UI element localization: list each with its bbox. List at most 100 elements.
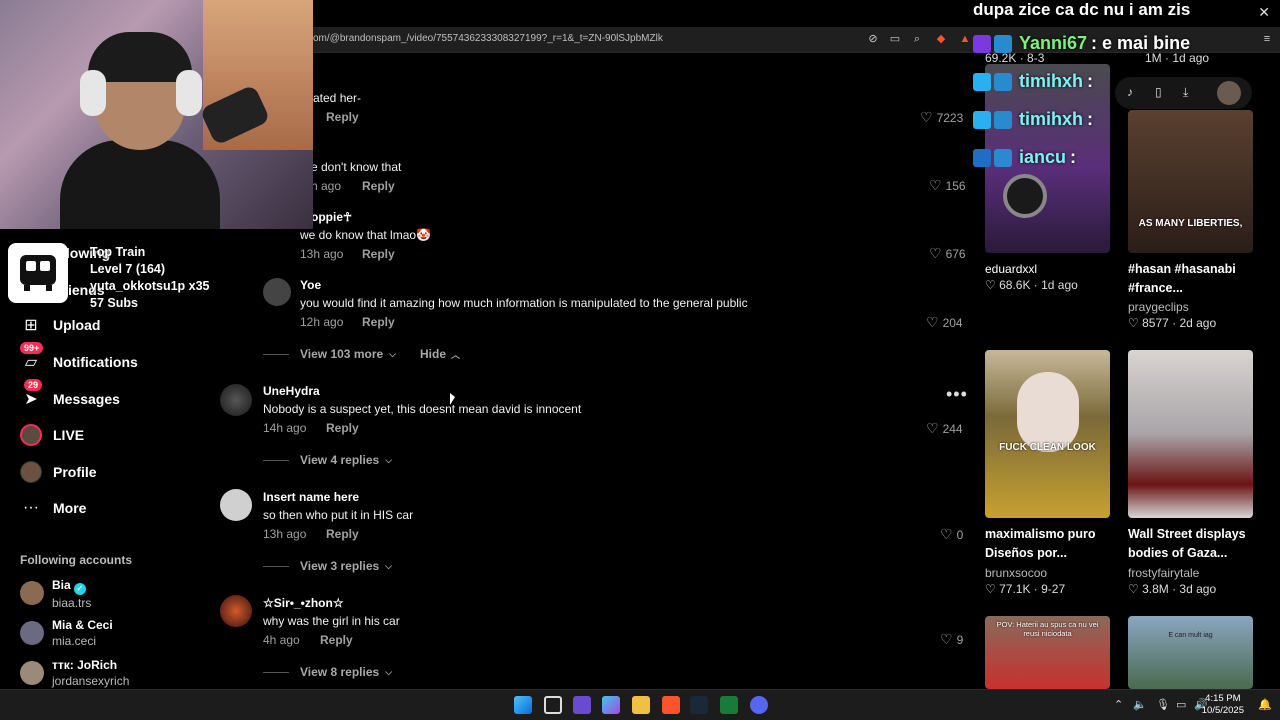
- sub-badge-icon: [973, 34, 991, 53]
- tiktok-icon[interactable]: ♪: [1127, 85, 1133, 99]
- view-replies[interactable]: View 8 replies ⌵: [263, 665, 392, 679]
- account-name: ттк: JoRich: [52, 658, 118, 672]
- sidebar-item-messages[interactable]: ➤ 29 Messages: [20, 379, 120, 412]
- chat-username: timihxh: [1019, 109, 1084, 129]
- windows-start-icon[interactable]: [514, 696, 532, 714]
- view-replies[interactable]: View 4 replies ⌵: [263, 453, 392, 467]
- rewards-icon[interactable]: ▲: [958, 32, 972, 46]
- reply-button[interactable]: Reply: [320, 633, 353, 647]
- copy-icon[interactable]: ▯: [1155, 85, 1162, 99]
- avatar[interactable]: [220, 595, 252, 627]
- video-title-line2[interactable]: Diseños por...: [985, 544, 1115, 563]
- network-icon[interactable]: ▭: [1176, 698, 1186, 711]
- comment-username[interactable]: ☆Sir•_•zhon☆: [263, 596, 344, 610]
- sidebar-item-more[interactable]: ··· More: [20, 495, 86, 521]
- comment-text: you would find it amazing how much infor…: [300, 296, 748, 310]
- video-title-line2[interactable]: #france...: [1128, 279, 1258, 298]
- webcam-overlay: [0, 0, 313, 229]
- cast-icon[interactable]: ▭: [888, 32, 902, 46]
- video-author[interactable]: brunxsocoo: [985, 566, 1047, 580]
- video-thumbnail-6[interactable]: E can mult iag: [1128, 616, 1253, 689]
- like-button[interactable]: ♡ 9: [940, 631, 963, 648]
- mic-tray-icon[interactable]: 🎙: [1156, 698, 1170, 711]
- comment-username[interactable]: Yoe: [300, 278, 321, 292]
- divider: [263, 459, 289, 461]
- brave-browser-icon[interactable]: [662, 696, 680, 714]
- taskbar: ⌃ 🔈 🎙 ▭ 🔊 4:15 PM 10/5/2025 🔔: [0, 689, 1280, 720]
- video-author[interactable]: praygeclips: [1128, 300, 1189, 314]
- hide-replies-button[interactable]: Hide: [420, 347, 446, 361]
- like-button[interactable]: ♡ 7223: [920, 109, 963, 126]
- video-thumbnail-5[interactable]: POV: Haterii au spus ca nu vei reusi nic…: [985, 616, 1110, 689]
- reply-button[interactable]: Reply: [362, 179, 395, 193]
- comment-text: so then who put it in HIS car: [263, 508, 414, 522]
- widgets-icon[interactable]: [573, 696, 591, 714]
- more-options-icon[interactable]: •••: [946, 384, 968, 405]
- excel-icon[interactable]: [720, 696, 738, 714]
- reply-button[interactable]: Reply: [326, 421, 359, 435]
- file-explorer-icon[interactable]: [632, 696, 650, 714]
- notification-bell-icon[interactable]: 🔔: [1258, 698, 1272, 711]
- like-count: 0: [956, 527, 964, 542]
- video-title[interactable]: Wall Street displays: [1128, 525, 1258, 544]
- sidebar-item-upload[interactable]: ⊞ Upload: [20, 312, 100, 338]
- speaker-icon[interactable]: 🔈: [1133, 698, 1147, 711]
- task-view-icon[interactable]: [544, 696, 562, 714]
- avatar[interactable]: [220, 489, 252, 521]
- account-username: biaa.trs: [52, 596, 92, 610]
- notification-badge: 99+: [20, 342, 44, 354]
- video-thumbnail-4[interactable]: [1128, 350, 1253, 518]
- comment-username[interactable]: UneHydra: [263, 384, 320, 398]
- sidebar-item-profile[interactable]: Profile: [20, 459, 97, 485]
- video-stats: ♡ 3.8M · 3d ago: [1128, 582, 1217, 596]
- avatar: [20, 661, 44, 685]
- sidebar-item-label: More: [53, 500, 87, 516]
- reply-button[interactable]: Reply: [362, 315, 395, 329]
- video-thumbnail-2[interactable]: AS MANY LIBERTIES,: [1128, 110, 1253, 253]
- video-title[interactable]: maximalismo puro: [985, 525, 1115, 544]
- tray-chevron-icon[interactable]: ⌃: [1114, 698, 1123, 711]
- video-author[interactable]: eduardxxl: [985, 262, 1037, 276]
- view-replies[interactable]: View 3 replies ⌵: [263, 559, 392, 573]
- following-account[interactable]: Mia & Ceci mia.ceci: [20, 617, 113, 649]
- like-button[interactable]: ♡ 244: [926, 420, 963, 437]
- avatar[interactable]: [263, 278, 291, 306]
- chat-message: timihxh :: [973, 71, 1093, 92]
- close-icon[interactable]: ✕: [1258, 4, 1270, 21]
- zoom-icon[interactable]: ⌕: [910, 32, 924, 46]
- like-button[interactable]: ♡ 204: [926, 314, 963, 331]
- sidebar-item-notifications[interactable]: ▱ 99+ Notifications: [20, 342, 138, 375]
- comment-username[interactable]: Insert name here: [263, 490, 359, 504]
- copilot-icon[interactable]: [602, 696, 620, 714]
- discord-icon[interactable]: [750, 696, 768, 714]
- following-account[interactable]: Bia ✓ biaa.trs: [20, 577, 91, 611]
- url-text[interactable]: om/@brandonspam_/video/75574362333083271…: [313, 33, 663, 44]
- brave-shield-icon[interactable]: ◆: [934, 32, 948, 46]
- sub-alert-level: Level 7 (164): [90, 262, 166, 276]
- reply-button[interactable]: Reply: [326, 110, 359, 124]
- video-author[interactable]: frostyfairytale: [1128, 566, 1199, 580]
- reply-button[interactable]: Reply: [362, 247, 395, 261]
- video-title-line2[interactable]: bodies of Gaza...: [1128, 544, 1258, 563]
- steam-icon[interactable]: [690, 696, 708, 714]
- like-button[interactable]: ♡ 0: [940, 526, 963, 543]
- like-button[interactable]: ♡ 676: [929, 245, 966, 262]
- video-title[interactable]: #hasan #hasanabi: [1128, 260, 1258, 279]
- following-account[interactable]: ттк: JoRich jordansexyrich: [20, 657, 129, 689]
- chat-username: Yanni67: [1019, 33, 1088, 53]
- comment-username[interactable]: oppie☥: [311, 210, 352, 224]
- sidebar-item-live[interactable]: LIVE: [20, 422, 84, 448]
- video-thumbnail-3[interactable]: FUCK CLEAN LOOK: [985, 350, 1110, 518]
- like-button[interactable]: ♡ 156: [929, 177, 966, 194]
- avatar[interactable]: [220, 384, 252, 416]
- system-clock[interactable]: 4:15 PM 10/5/2025: [1202, 693, 1244, 717]
- view-more-replies[interactable]: View 103 more ⌵ Hide ︿: [263, 347, 460, 361]
- menu-icon[interactable]: ≡: [1260, 32, 1274, 46]
- thumbnail-caption: E can mult iag: [1168, 632, 1213, 639]
- like-count: 676: [945, 246, 966, 261]
- thumbnail-caption: POV: Haterii au spus ca nu vei reusi nic…: [996, 620, 1099, 638]
- download-icon[interactable]: ⤓: [1183, 85, 1188, 100]
- mute-icon[interactable]: ⊘: [866, 32, 880, 46]
- avatar[interactable]: [1217, 81, 1241, 105]
- reply-button[interactable]: Reply: [326, 527, 359, 541]
